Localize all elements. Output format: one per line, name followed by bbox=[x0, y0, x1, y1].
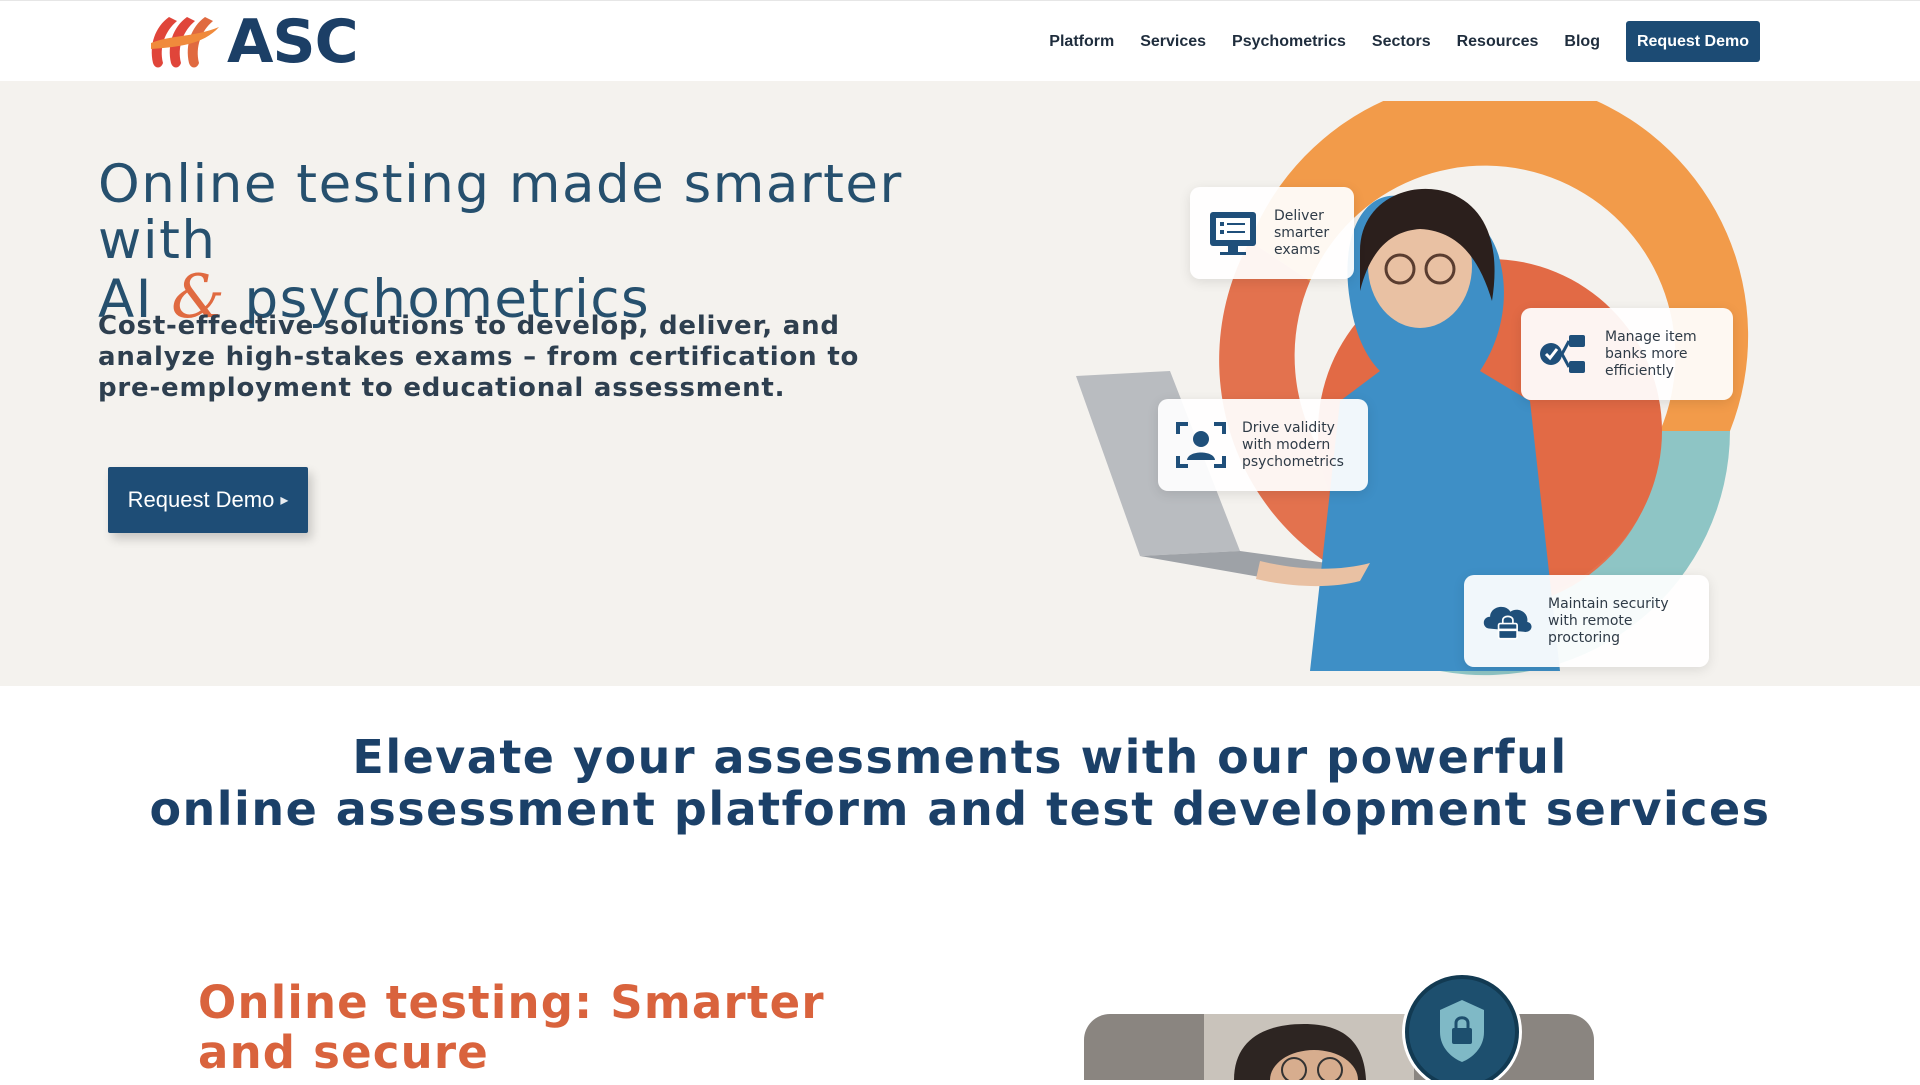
card-validity-text: Drive validity with modern psychometrics bbox=[1242, 419, 1344, 470]
cloud-lock-icon bbox=[1483, 606, 1532, 640]
nav-psychometrics[interactable]: Psychometrics bbox=[1232, 33, 1346, 51]
nav-sectors[interactable]: Sectors bbox=[1372, 33, 1431, 51]
nav-platform[interactable]: Platform bbox=[1049, 33, 1114, 51]
hero-title-line1: Online testing made smarter with bbox=[98, 154, 903, 271]
logo-swoosh-icon bbox=[151, 17, 219, 68]
card-itembank-text: Manage item banks more efficiently bbox=[1605, 328, 1697, 379]
item-bank-icon bbox=[1540, 335, 1585, 373]
nav-services[interactable]: Services bbox=[1140, 33, 1206, 51]
card-security-text: Maintain security with remote proctoring bbox=[1548, 595, 1669, 646]
hero-button-label: Request Demo bbox=[127, 487, 275, 512]
lock-shield-icon bbox=[1402, 972, 1522, 1080]
card-deliver-text: Deliver smarter exams bbox=[1274, 207, 1330, 258]
nav-request-demo-button[interactable]: Request Demo bbox=[1625, 21, 1760, 62]
brand-name: ASC bbox=[227, 7, 359, 77]
online-testing-illustration bbox=[1084, 970, 1594, 1085]
main-nav: Platform Services Psychometrics Sectors … bbox=[1023, 21, 1760, 62]
online-testing-heading: Online testing: Smarter and secure bbox=[198, 976, 825, 1079]
hero-title: Online testing made smarter with AI & ps… bbox=[98, 157, 958, 328]
nav-blog[interactable]: Blog bbox=[1564, 33, 1600, 51]
asc-logo[interactable]: ASC bbox=[147, 7, 359, 77]
hero-subtitle: Cost-effective solutions to develop, del… bbox=[98, 311, 860, 403]
section-heading-line2: online assessment platform and test deve… bbox=[149, 782, 1771, 836]
arrow-icon: ▸ bbox=[280, 492, 289, 509]
section-heading-line1: Elevate your assessments with our powerf… bbox=[352, 730, 1568, 784]
feature-card-validity: Drive validity with modern psychometrics bbox=[1158, 399, 1368, 491]
person-scan-icon bbox=[1176, 422, 1226, 468]
section-heading: Elevate your assessments with our powerf… bbox=[0, 731, 1920, 835]
nav-resources[interactable]: Resources bbox=[1457, 33, 1539, 51]
feature-card-security: Maintain security with remote proctoring bbox=[1464, 575, 1709, 667]
feature-card-itembank: Manage item banks more efficiently bbox=[1521, 308, 1733, 400]
hero-section: Online testing made smarter with AI & ps… bbox=[0, 77, 1920, 686]
exam-screen-icon bbox=[1210, 212, 1256, 255]
feature-card-deliver: Deliver smarter exams bbox=[1190, 187, 1354, 279]
hero-request-demo-button[interactable]: Request Demo ▸ bbox=[108, 467, 308, 533]
hero-illustration: Deliver smarter exams Manage item banks … bbox=[1060, 77, 1760, 681]
site-header: ASC Platform Services Psychometrics Sect… bbox=[0, 0, 1920, 81]
